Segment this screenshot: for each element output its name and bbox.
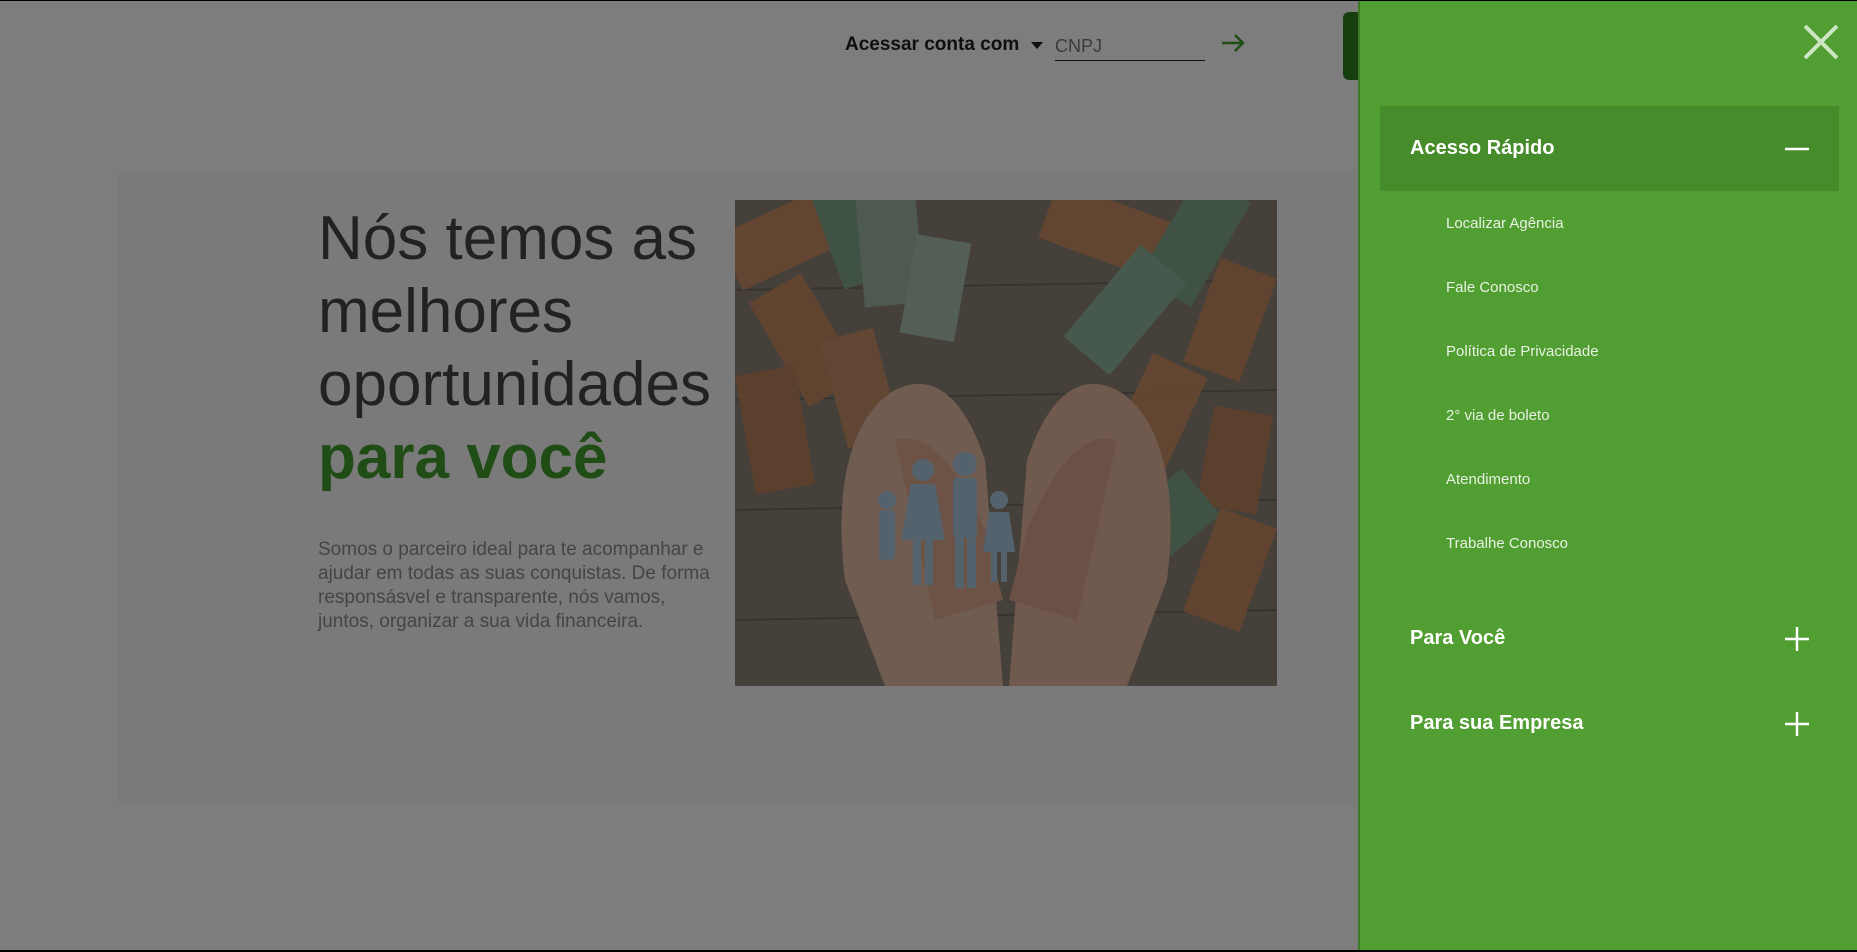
- section-title: Para sua Empresa: [1410, 712, 1584, 734]
- plus-icon[interactable]: [1783, 710, 1811, 738]
- side-menu-drawer: Acesso Rápido Localizar Agência Fale Con…: [1358, 0, 1857, 952]
- accordion-header-para-empresa[interactable]: Para sua Empresa: [1380, 681, 1839, 766]
- plus-icon[interactable]: [1783, 625, 1811, 653]
- accordion-header-para-voce[interactable]: Para Você: [1380, 596, 1839, 681]
- accordion-header-acesso-rapido[interactable]: Acesso Rápido: [1380, 106, 1839, 191]
- menu-item-segunda-via-boleto[interactable]: 2° via de boleto: [1446, 383, 1839, 447]
- section-title: Para Você: [1410, 627, 1506, 649]
- close-icon[interactable]: [1799, 20, 1843, 64]
- menu-section-para-voce: Para Você: [1380, 596, 1839, 681]
- menu-item-atendimento[interactable]: Atendimento: [1446, 447, 1839, 511]
- window-border-top: [0, 0, 1857, 1]
- menu-item-fale-conosco[interactable]: Fale Conosco: [1446, 255, 1839, 319]
- menu-item-localizar-agencia[interactable]: Localizar Agência: [1446, 191, 1839, 255]
- minus-icon[interactable]: [1783, 135, 1811, 163]
- section-title: Acesso Rápido: [1410, 137, 1555, 159]
- menu-item-politica-privacidade[interactable]: Política de Privacidade: [1446, 319, 1839, 383]
- menu-item-trabalhe-conosco[interactable]: Trabalhe Conosco: [1446, 511, 1839, 575]
- menu-section-acesso-rapido: Acesso Rápido Localizar Agência Fale Con…: [1380, 106, 1839, 575]
- menu-section-para-empresa: Para sua Empresa: [1380, 681, 1839, 766]
- quick-access-list: Localizar Agência Fale Conosco Política …: [1380, 191, 1839, 575]
